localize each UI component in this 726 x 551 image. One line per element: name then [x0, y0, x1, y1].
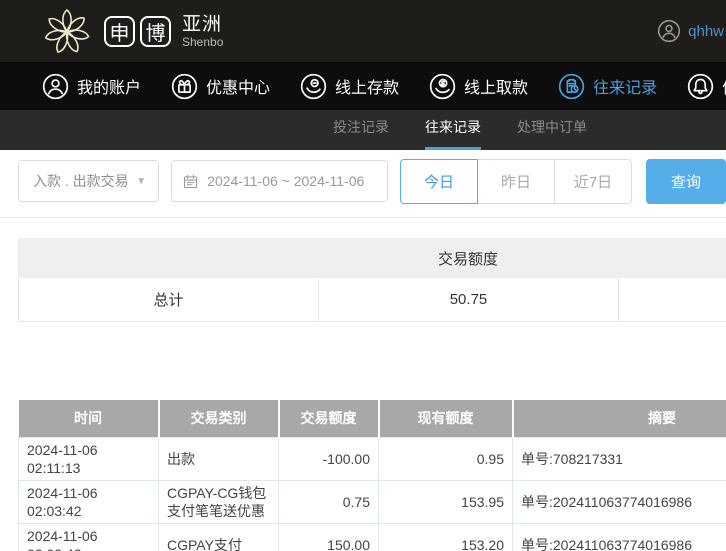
cell-amount: -100.00	[278, 436, 379, 481]
calendar-icon	[184, 174, 198, 188]
sub-nav: 投注记录 往来记录 处理中订单	[0, 110, 726, 150]
username[interactable]: qhhw	[688, 23, 724, 40]
cell-summary: 单号:202411063774016986	[512, 523, 726, 551]
bell-icon	[687, 73, 714, 99]
transactions-table: 时间 交易类别 交易额度 现有额度 摘要 2024-11-06 02:11:13…	[18, 400, 726, 551]
cell-type: 出款	[158, 436, 279, 481]
date-range-value: 2024-11-06 ~ 2024-11-06	[207, 173, 365, 189]
user-area[interactable]: qhhw	[657, 0, 726, 62]
cell-time: 2024-11-06 02:03:42	[18, 479, 159, 525]
query-button[interactable]: 查询	[646, 159, 726, 204]
transaction-type-value: 入款 . 出款交易	[33, 173, 129, 189]
quick-last7days-button[interactable]: 近7日	[554, 159, 632, 204]
nav-label: 信息	[722, 74, 726, 98]
user-avatar-icon	[658, 19, 681, 43]
promo-icon	[171, 73, 198, 99]
main-nav: 我的账户 优惠中心 线上存款 线上取款 往来记录	[0, 62, 726, 110]
tab-transaction-records[interactable]: 往来记录	[425, 117, 481, 150]
col-amount: 交易额度	[278, 400, 380, 437]
summary-row: 总计 50.75	[18, 278, 726, 322]
col-summary: 摘要	[512, 400, 726, 437]
logo-char-box: 申	[104, 15, 135, 47]
transaction-type-select[interactable]: 入款 . 出款交易 ▼	[18, 160, 160, 202]
date-range-input[interactable]: 2024-11-06 ~ 2024-11-06	[171, 160, 388, 202]
cell-summary: 单号:202411063774016986	[512, 479, 726, 525]
brand-header: 申 博 亚洲 Shenbo qhhw	[0, 0, 726, 62]
logo-region-cn: 亚洲	[182, 13, 223, 35]
page: 申 博 亚洲 Shenbo qhhw 我的账户 优惠中心 线上存款 线上取款 往…	[0, 0, 726, 551]
brand-logo[interactable]: 申 博 亚洲 Shenbo	[104, 15, 223, 48]
records-icon	[558, 73, 585, 99]
nav-label: 线上取款	[464, 80, 529, 97]
filter-bar: 入款 . 出款交易 ▼ 2024-11-06 ~ 2024-11-06 今日 昨…	[0, 150, 726, 218]
account-icon	[42, 73, 69, 99]
cell-type: CGPAY-CG钱包支付笔笔送优惠	[158, 479, 279, 525]
cell-amount: 0.75	[278, 479, 379, 525]
cell-balance: 153.20	[378, 523, 513, 551]
tab-bet-records[interactable]: 投注记录	[333, 117, 389, 150]
nav-label: 优惠中心	[206, 80, 271, 97]
tab-pending-orders[interactable]: 处理中订单	[517, 117, 587, 150]
table-header-row: 时间 交易类别 交易额度 现有额度 摘要	[18, 400, 726, 437]
col-balance: 现有额度	[378, 400, 514, 437]
col-time: 时间	[18, 400, 160, 437]
nav-item-promotions[interactable]: 优惠中心	[171, 73, 270, 100]
logo-char-box: 博	[140, 15, 171, 47]
summary-total-label: 总计	[18, 278, 318, 321]
summary-empty-cell	[618, 278, 726, 321]
logo-region: 亚洲 Shenbo	[182, 15, 223, 48]
table-row: 2024-11-06 02:11:13 出款 -100.00 0.95 单号:7…	[18, 436, 726, 481]
cell-balance: 0.95	[378, 436, 513, 481]
nav-item-withdraw[interactable]: 线上取款	[429, 73, 528, 100]
quick-date-group: 今日 昨日 近7日	[400, 159, 632, 204]
nav-item-deposit[interactable]: 线上存款	[300, 73, 399, 100]
chevron-down-icon: ▼	[136, 175, 147, 187]
summary-total-value: 50.75	[318, 278, 618, 321]
nav-item-messages[interactable]: 信息	[687, 73, 726, 100]
nav-label: 线上存款	[335, 80, 400, 97]
summary-table: 交易额度 总计 50.75	[18, 238, 726, 322]
col-type: 交易类别	[158, 400, 280, 437]
nav-label: 我的账户	[77, 80, 142, 97]
deposit-icon	[300, 73, 327, 99]
nav-item-my-account[interactable]: 我的账户	[42, 73, 141, 100]
cell-time: 2024-11-06 02:11:13	[18, 436, 159, 481]
table-row: 2024-11-06 02:03:42 CGPAY支付 150.00 153.2…	[18, 523, 726, 551]
nav-item-records[interactable]: 往来记录	[558, 73, 657, 100]
cell-summary: 单号:708217331	[512, 436, 726, 481]
cell-type: CGPAY支付	[158, 523, 279, 551]
cell-amount: 150.00	[278, 523, 379, 551]
withdraw-icon	[429, 73, 456, 99]
cell-balance: 153.95	[378, 479, 513, 525]
flower-logo-icon	[44, 9, 90, 54]
table-row: 2024-11-06 02:03:42 CGPAY-CG钱包支付笔笔送优惠 0.…	[18, 479, 726, 525]
quick-yesterday-button[interactable]: 昨日	[477, 159, 555, 204]
quick-today-button[interactable]: 今日	[400, 159, 478, 204]
cell-time: 2024-11-06 02:03:42	[18, 523, 159, 551]
logo-region-en: Shenbo	[182, 34, 224, 49]
nav-label: 往来记录	[593, 80, 658, 97]
summary-header: 交易额度	[18, 238, 726, 278]
